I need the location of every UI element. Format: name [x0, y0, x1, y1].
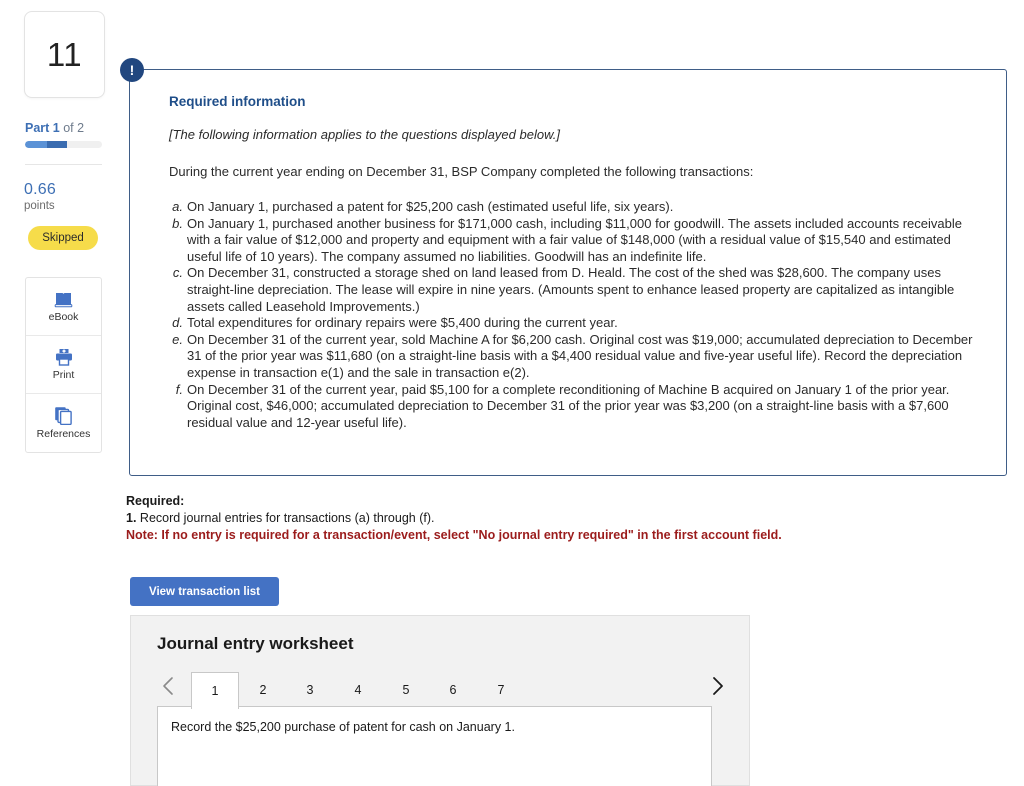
worksheet-tab-1[interactable]: 1 [191, 672, 239, 709]
worksheet-tab-7[interactable]: 7 [477, 672, 525, 707]
references-label: References [36, 428, 91, 440]
transaction-marker: f. [175, 381, 183, 397]
main-content: ! Required information [The following in… [120, 0, 1024, 786]
worksheet-tab-label: 3 [306, 682, 314, 697]
printer-icon [54, 348, 74, 366]
transaction-item-f: f. On December 31 of the current year, p… [169, 382, 986, 432]
exclamation-icon: ! [120, 58, 144, 82]
print-label: Print [52, 369, 75, 381]
worksheet-tab-label: 6 [449, 682, 457, 697]
transaction-item-c: c. On December 31, constructed a storage… [169, 265, 986, 315]
required-item-1: 1. Record journal entries for transactio… [126, 511, 986, 525]
worksheet-tab-label: 1 [211, 684, 219, 698]
transaction-list: a. On January 1, purchased a patent for … [169, 199, 986, 431]
required-block: Required: 1. Record journal entries for … [126, 494, 986, 542]
sidebar-divider [25, 164, 102, 165]
points-label: points [24, 200, 55, 212]
required-information-panel: ! Required information [The following in… [120, 58, 1007, 476]
transaction-marker: c. [172, 265, 183, 281]
view-transaction-list-button[interactable]: View transaction list [130, 577, 279, 606]
transaction-marker: d. [172, 315, 183, 331]
ebook-button[interactable]: eBook [26, 278, 101, 336]
book-icon [54, 291, 73, 308]
journal-entry-worksheet: Journal entry worksheet 1 2 3 4 5 6 7 Re… [130, 615, 750, 786]
worksheet-tab-label: 5 [402, 682, 410, 697]
transaction-text: On December 31 of the current year, paid… [187, 381, 950, 430]
transaction-item-e: e. On December 31 of the current year, s… [169, 332, 986, 382]
transaction-marker: e. [172, 331, 183, 347]
part-progress-bar [25, 141, 102, 148]
ebook-label: eBook [48, 310, 79, 323]
applies-to-note: [The following information applies to th… [169, 127, 560, 142]
required-item-number: 1. [126, 511, 137, 525]
transaction-marker: a. [172, 199, 183, 214]
worksheet-tab-label: 2 [259, 682, 267, 697]
progress-fill-dark [47, 141, 67, 148]
print-button[interactable]: Print [26, 336, 101, 394]
part-label-current: Part 1 [25, 121, 60, 135]
transaction-item-b: b. On January 1, purchased another busin… [169, 216, 986, 266]
transaction-text: On December 31, constructed a storage sh… [187, 265, 955, 314]
worksheet-tab-5[interactable]: 5 [382, 672, 430, 707]
worksheet-tab-label: 7 [497, 682, 505, 697]
question-sidebar: 11 Part 1 of 2 0.66 points Skipped eBook… [0, 0, 126, 786]
question-number-box: 11 [24, 11, 105, 98]
copy-pages-icon [54, 406, 73, 426]
status-badge: Skipped [28, 226, 98, 250]
worksheet-entry-body: Record the $25,200 purchase of patent fo… [157, 706, 712, 786]
part-label: Part 1 of 2 [25, 121, 84, 135]
exercise-page: 11 Part 1 of 2 0.66 points Skipped eBook… [0, 0, 1024, 786]
transaction-item-d: d. Total expenditures for ordinary repai… [169, 315, 986, 332]
worksheet-entry-instruction: Record the $25,200 purchase of patent fo… [171, 720, 515, 734]
transaction-text: On January 1, purchased another business… [187, 215, 962, 264]
transaction-marker: b. [172, 215, 183, 231]
chevron-right-icon[interactable] [707, 675, 727, 697]
transaction-text: On January 1, purchased a patent for $25… [187, 199, 674, 214]
transaction-text: On December 31 of the current year, sold… [187, 331, 973, 380]
transaction-item-a: a. On January 1, purchased a patent for … [169, 199, 986, 216]
worksheet-title: Journal entry worksheet [157, 634, 354, 653]
required-information-heading: Required information [169, 94, 306, 109]
references-button[interactable]: References [26, 394, 101, 452]
worksheet-tab-3[interactable]: 3 [286, 672, 334, 707]
required-note: Note: If no entry is required for a tran… [126, 528, 782, 542]
worksheet-tab-label: 4 [354, 682, 362, 697]
worksheet-tab-4[interactable]: 4 [334, 672, 382, 707]
chevron-left-icon[interactable] [159, 675, 179, 697]
panel-content: Required information [The following info… [169, 94, 986, 431]
worksheet-tabbar: 1 2 3 4 5 6 7 [131, 665, 751, 709]
progress-fill-light [25, 141, 47, 148]
required-heading: Required: [126, 494, 185, 508]
tool-button-group: eBook Print References [25, 277, 102, 453]
worksheet-tab-6[interactable]: 6 [429, 672, 477, 707]
intro-paragraph: During the current year ending on Decemb… [169, 164, 754, 179]
points-value: 0.66 [24, 181, 56, 198]
transaction-text: Total expenditures for ordinary repairs … [187, 315, 618, 331]
required-item-text: Record journal entries for transactions … [136, 511, 435, 525]
part-label-total: of 2 [59, 121, 85, 135]
worksheet-tab-2[interactable]: 2 [239, 672, 287, 707]
question-number: 11 [46, 35, 83, 73]
